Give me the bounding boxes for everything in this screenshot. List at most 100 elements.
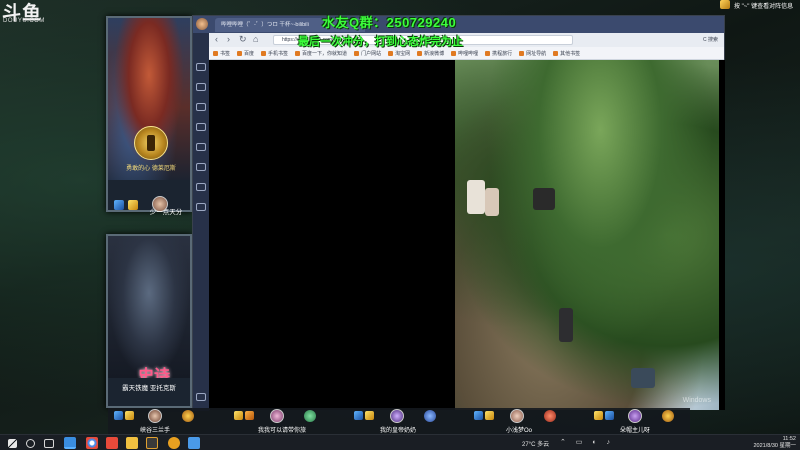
bookmark-item[interactable]: 网址导航: [519, 50, 546, 57]
bookmark-item[interactable]: 百度一下，你就知道: [295, 50, 347, 57]
avatar: [148, 409, 162, 423]
ignite-spell-icon: [234, 411, 243, 420]
weather-widget[interactable]: 27°C 多云: [522, 439, 549, 448]
bookmark-icon: [261, 50, 267, 56]
ignite-spell-icon: [365, 411, 374, 420]
diving-person: [631, 368, 655, 388]
forward-icon[interactable]: ›: [227, 34, 230, 45]
note-icon[interactable]: [196, 143, 206, 151]
avatar: [390, 409, 404, 423]
g-icon[interactable]: [168, 437, 180, 449]
back-icon[interactable]: ‹: [215, 34, 218, 45]
video-player[interactable]: Windows: [210, 60, 725, 410]
search-box[interactable]: C 搜索: [703, 36, 718, 43]
hero-art-1: [108, 18, 190, 180]
clock-date: 2021/8/30 星期一: [753, 443, 797, 449]
chrome-icon[interactable]: [86, 437, 98, 449]
logo-sub: DOUYU.COM: [3, 18, 45, 24]
message-icon[interactable]: [196, 163, 206, 171]
qq-group-text: 水友Q群：250729240: [322, 15, 457, 30]
player-slot-4: 小浅梦Oo: [470, 409, 580, 434]
player-slot-1: 峡谷三兰手: [110, 409, 220, 434]
flash-spell-icon: [474, 411, 483, 420]
desktop: 斗鱼 DOUYU.COM 勇敢的心 德莱厄斯 少一点天分 史诗 霸天铁魔 亚托克…: [0, 0, 800, 450]
person-1: [467, 180, 485, 214]
bookmark-icon: [354, 50, 360, 56]
person-3: [533, 188, 555, 210]
ignite-spell-icon: [594, 411, 603, 420]
ignite-spell-icon: [485, 411, 494, 420]
files-icon[interactable]: [188, 437, 200, 449]
rank-emblem-icon: [134, 126, 168, 160]
douyu-logo: 斗鱼 DOUYU.COM: [0, 0, 46, 28]
player-name: 我的皇帝奶奶: [380, 428, 417, 434]
bookmark-icon: [388, 50, 394, 56]
swinging-person: [559, 308, 573, 342]
home-icon[interactable]: ⌂: [253, 34, 258, 45]
app-icon[interactable]: [106, 437, 118, 449]
game-logo-icon: [720, 0, 730, 9]
windows-start-icon[interactable]: [8, 439, 17, 448]
bookmark-item[interactable]: 百度: [237, 50, 254, 57]
epic-skin-badge: 史诗: [138, 366, 171, 378]
bookmark-item[interactable]: 携程旅行: [485, 50, 512, 57]
rank-label: 勇敢的心 德莱厄斯: [126, 166, 176, 172]
task-view-icon[interactable]: [44, 439, 54, 448]
game-icon[interactable]: [146, 437, 158, 449]
player-name: 小浅梦Oo: [506, 428, 533, 434]
user-avatar[interactable]: [196, 18, 208, 30]
search-icon[interactable]: [26, 439, 35, 448]
flash-spell-icon: [114, 411, 123, 420]
ignite-spell-icon: [128, 200, 138, 210]
clock-time: 11:52: [782, 436, 796, 442]
browser-titlebar[interactable]: 哔哩哔哩（゜-゜）つロ 干杯~-bilibili: [193, 16, 724, 33]
rune-icon: [662, 410, 674, 422]
streamer-message: 最后一次冲分，打到心态炸完为止: [298, 36, 463, 48]
avatar: [510, 409, 524, 423]
tab-label: 哔哩哔哩（゜-゜）つロ 干杯~-bilibili: [221, 22, 309, 28]
bookmark-icon: [519, 50, 525, 56]
bookmark-item[interactable]: 新浪微博: [417, 50, 444, 57]
bookmark-item[interactable]: 手机书签: [261, 50, 288, 57]
add-icon[interactable]: [196, 393, 206, 401]
player-name: 峡谷三兰手: [140, 428, 171, 434]
windows-taskbar: 27°C 多云 ⌃ ▭ ◐ ♪ 11:52 2021/8/30 星期一: [0, 434, 800, 450]
bookmark-icon: [485, 50, 491, 56]
hero-art-2: 史诗: [108, 236, 190, 378]
search-icon[interactable]: [196, 123, 206, 131]
history-icon[interactable]: [196, 83, 206, 91]
browser-icon[interactable]: [64, 437, 76, 449]
clock[interactable]: 11:52 2021/8/30 星期一: [754, 436, 797, 450]
game-icon[interactable]: [196, 183, 206, 191]
favorites-icon[interactable]: [196, 63, 206, 71]
browser-window[interactable]: 哔哩哔哩（゜-゜）つロ 干杯~-bilibili ‹ › ↻ ⌂ https:/…: [192, 15, 725, 411]
player-name: 我我可以请带你旅: [258, 428, 307, 434]
rune-icon: [424, 410, 436, 422]
browser-sidebar: [193, 33, 209, 411]
bookmark-item[interactable]: 其他书签: [553, 50, 580, 57]
flash-spell-icon: [605, 411, 614, 420]
hero-name: 霸天铁魔 亚托克斯: [122, 385, 176, 392]
bookmark-icon: [553, 50, 559, 56]
bookmark-item[interactable]: 书签: [213, 50, 230, 57]
bookmark-item[interactable]: 哔哩哔哩: [451, 50, 478, 57]
hotkey-hint: 按 "~" 键查看对阵信息: [734, 4, 794, 10]
bookmark-item[interactable]: 门户网站: [354, 50, 381, 57]
bookmark-icon: [213, 50, 218, 56]
refresh-icon[interactable]: ↻: [239, 34, 247, 45]
system-tray-icons[interactable]: ⌃ ▭ ◐ ♪: [560, 438, 614, 446]
avatar: [628, 409, 642, 423]
player-slot-2: 我我可以请带你旅: [230, 409, 340, 434]
folder-icon[interactable]: [126, 437, 138, 449]
download-icon[interactable]: [196, 103, 206, 111]
bag-icon[interactable]: [196, 203, 206, 211]
hero-name: 少一点天分: [149, 209, 183, 216]
windows-watermark: Windows: [682, 397, 711, 404]
rune-icon: [182, 410, 194, 422]
flash-spell-icon: [114, 200, 124, 210]
video-frame[interactable]: Windows: [455, 60, 719, 410]
player-slot-3: 我的皇帝奶奶: [350, 409, 460, 434]
bookmark-item[interactable]: 淘宝网: [388, 50, 410, 57]
bookmark-icon: [295, 50, 301, 56]
spell-row: [114, 200, 138, 210]
